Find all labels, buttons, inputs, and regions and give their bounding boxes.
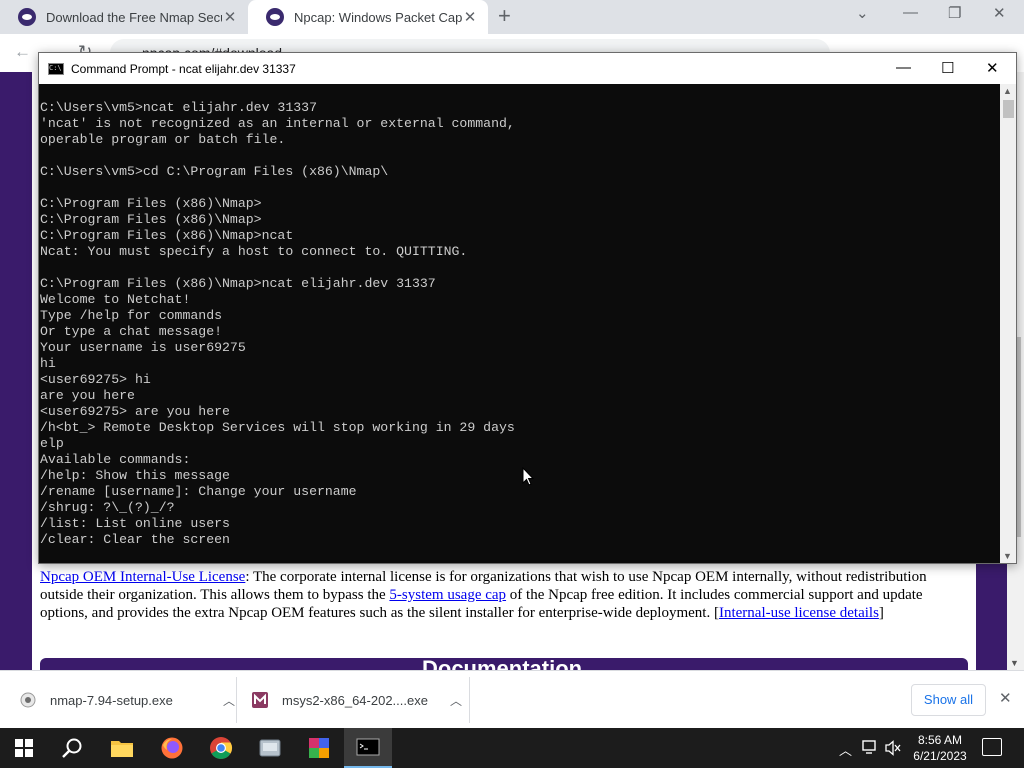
winrar-button[interactable] [295,728,343,768]
console-line: hi [40,356,56,371]
winrar-icon [309,738,329,758]
start-button[interactable] [0,728,48,768]
console-line: /help: Show this message [40,468,230,483]
windows-taskbar: ︿ 8:56 AM 6/21/2023 [0,728,1024,768]
network-icon[interactable] [862,740,880,756]
console-line: Welcome to Netchat! [40,292,191,307]
folder-icon [111,741,133,757]
console-line: /clear: Clear the screen [40,532,230,547]
license-details-link[interactable]: Internal-use license details [719,605,879,621]
chevron-up-icon[interactable]: ︿ [450,692,462,709]
new-tab-button[interactable]: + [498,5,511,27]
console-line: <user69275> are you here [40,404,230,419]
firefox-icon [161,737,183,759]
browser-tab-strip: Download the Free Nmap Securi ✕ Npcap: W… [0,0,1024,34]
installer-icon [259,739,281,757]
scrollbar-thumb[interactable] [1003,100,1014,118]
tab-nmap-download[interactable]: Download the Free Nmap Securi ✕ [0,0,248,34]
download-shelf: nmap-7.94-setup.exe ︿ msys2-x86_64-202..… [0,670,1024,728]
console-line: /rename [username]: Change your username [40,484,357,499]
console-line: Ncat: You must specify a host to connect… [40,244,468,259]
firefox-button[interactable] [148,728,196,768]
oem-license-link[interactable]: Npcap OEM Internal-Use License [40,569,245,585]
command-prompt-button[interactable] [344,728,392,768]
notifications-icon[interactable] [982,738,1002,756]
console-line: operable program or batch file. [40,132,286,147]
show-all-button[interactable]: Show all [911,684,986,716]
volume-muted-icon[interactable] [884,740,902,756]
mouse-pointer-icon [522,467,534,486]
nmap-eye-icon [266,8,284,26]
cmd-titlebar[interactable]: C:\ Command Prompt - ncat elijahr.dev 31… [39,53,1016,84]
tab-title: Npcap: Windows Packet Capture [294,9,462,25]
console-output[interactable]: C:\Users\vm5>ncat elijahr.dev 31337'ncat… [39,84,1000,563]
cmd-icon: C:\ [48,62,64,75]
close-shelf-icon[interactable]: ✕ [999,689,1012,707]
search-button[interactable] [48,728,96,768]
chrome-button[interactable] [197,728,245,768]
cmd-window-title: Command Prompt - ncat elijahr.dev 31337 [71,61,296,76]
taskbar-clock[interactable]: 8:56 AM 6/21/2023 [905,732,975,764]
oem-license-paragraph: Npcap OEM Internal-Use License: The corp… [40,568,970,622]
close-window-icon[interactable]: ✕ [986,59,999,77]
command-prompt-window[interactable]: C:\ Command Prompt - ncat elijahr.dev 31… [38,52,1017,564]
cmd-icon [356,738,380,756]
windows-logo-icon [15,739,33,757]
scroll-down-icon[interactable]: ▼ [1010,658,1019,668]
tab-search-icon[interactable]: ⌄ [856,4,869,22]
clock-date: 6/21/2023 [913,749,967,763]
clock-time: 8:56 AM [917,733,963,747]
installer-icon [20,692,36,708]
download-filename: nmap-7.94-setup.exe [50,692,173,708]
console-line: are you here [40,388,135,403]
nmap-eye-icon [18,8,36,26]
chevron-up-icon[interactable]: ︿ [223,692,235,709]
maximize-icon[interactable]: ☐ [941,59,954,77]
download-filename: msys2-x86_64-202....exe [282,692,428,708]
show-hidden-icons-icon[interactable]: ︿ [839,740,852,759]
console-line: 'ncat' is not recognized as an internal … [40,116,515,131]
console-line: Or type a chat message! [40,324,223,339]
console-line: Your username is user69275 [40,340,246,355]
console-line: C:\Users\vm5>cd C:\Program Files (x86)\N… [40,164,389,179]
search-icon [62,738,82,758]
tab-npcap[interactable]: Npcap: Windows Packet Capture ✕ [248,0,488,34]
nmap-installer-button[interactable] [246,728,294,768]
msys2-icon [252,692,268,708]
console-scrollbar[interactable]: ▲ ▼ [1000,84,1016,563]
back-icon[interactable]: ← [14,42,31,62]
file-explorer-button[interactable] [98,728,146,768]
divider [236,677,237,723]
console-line: /h<bt_> Remote Desktop Services will sto… [40,420,515,435]
tab-close-icon[interactable]: ✕ [222,8,238,26]
console-line: /shrug: ?\_(?)_/? [40,500,175,515]
minimize-icon[interactable]: — [896,59,911,76]
console-line: Type /help for commands [40,308,223,323]
console-line: C:\Program Files (x86)\Nmap> [40,196,262,211]
download-item[interactable]: msys2-x86_64-202....exe ︿ [252,671,462,729]
console-line: Available commands: [40,452,191,467]
tab-title: Download the Free Nmap Securi [46,9,222,25]
tab-close-icon[interactable]: ✕ [462,8,478,26]
divider [469,677,470,723]
console-line: <user69275> hi [40,372,151,387]
console-line: elp [40,436,64,451]
close-window-icon[interactable]: ✕ [993,4,1006,22]
console-line: /list: List online users [40,516,230,531]
scroll-up-icon[interactable]: ▲ [1003,86,1012,96]
console-line: C:\Program Files (x86)\Nmap>ncat [40,228,294,243]
console-line: C:\Users\vm5>ncat elijahr.dev 31337 [40,100,317,115]
minimize-icon[interactable]: — [903,4,918,21]
console-line: C:\Program Files (x86)\Nmap>ncat elijahr… [40,276,436,291]
chrome-icon [210,737,232,759]
scroll-down-icon[interactable]: ▼ [1003,551,1012,561]
console-line: C:\Program Files (x86)\Nmap> [40,212,262,227]
download-item[interactable]: nmap-7.94-setup.exe ︿ [20,671,235,729]
license-text: ] [878,605,884,621]
restore-icon[interactable]: ❐ [948,4,961,22]
usage-cap-link[interactable]: 5-system usage cap [389,587,506,603]
